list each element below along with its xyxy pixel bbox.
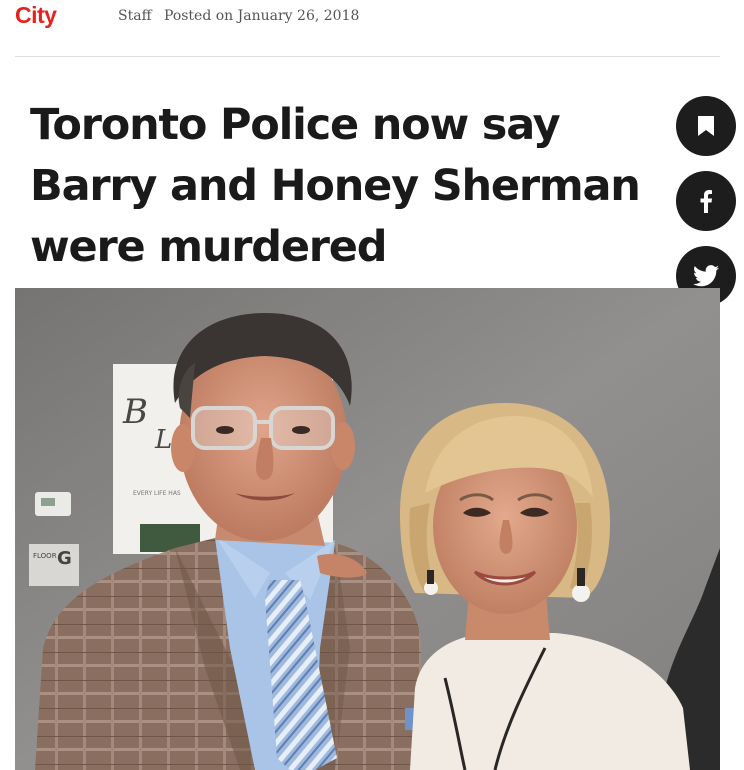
- poster-subtitle: EVERY LIFE HAS: [133, 490, 181, 497]
- bookmark-icon: [698, 116, 714, 136]
- site-header: City Staff Posted on January 26, 2018: [0, 0, 744, 40]
- poster-script-text: B: [122, 392, 148, 432]
- article-headline: Toronto Police now say Barry and Honey S…: [30, 100, 641, 272]
- article-page: City Staff Posted on January 26, 2018 To…: [0, 0, 744, 770]
- floor-sign-label: FLOOR: [33, 552, 57, 560]
- facebook-share-button[interactable]: [676, 171, 736, 231]
- svg-text:L: L: [154, 425, 172, 455]
- author-link[interactable]: Staff: [118, 8, 152, 24]
- facebook-icon: [700, 190, 712, 213]
- byline: Staff Posted on January 26, 2018: [118, 8, 359, 24]
- twitter-icon: [693, 265, 719, 287]
- floor-sign-letter: G: [57, 548, 72, 569]
- header-divider: [15, 56, 720, 57]
- site-logo[interactable]: City: [15, 2, 57, 29]
- bookmark-button[interactable]: [676, 96, 736, 156]
- article-photo: B L EVERY LIFE HAS FLOOR G: [15, 288, 720, 770]
- post-date: Posted on January 26, 2018: [163, 8, 360, 24]
